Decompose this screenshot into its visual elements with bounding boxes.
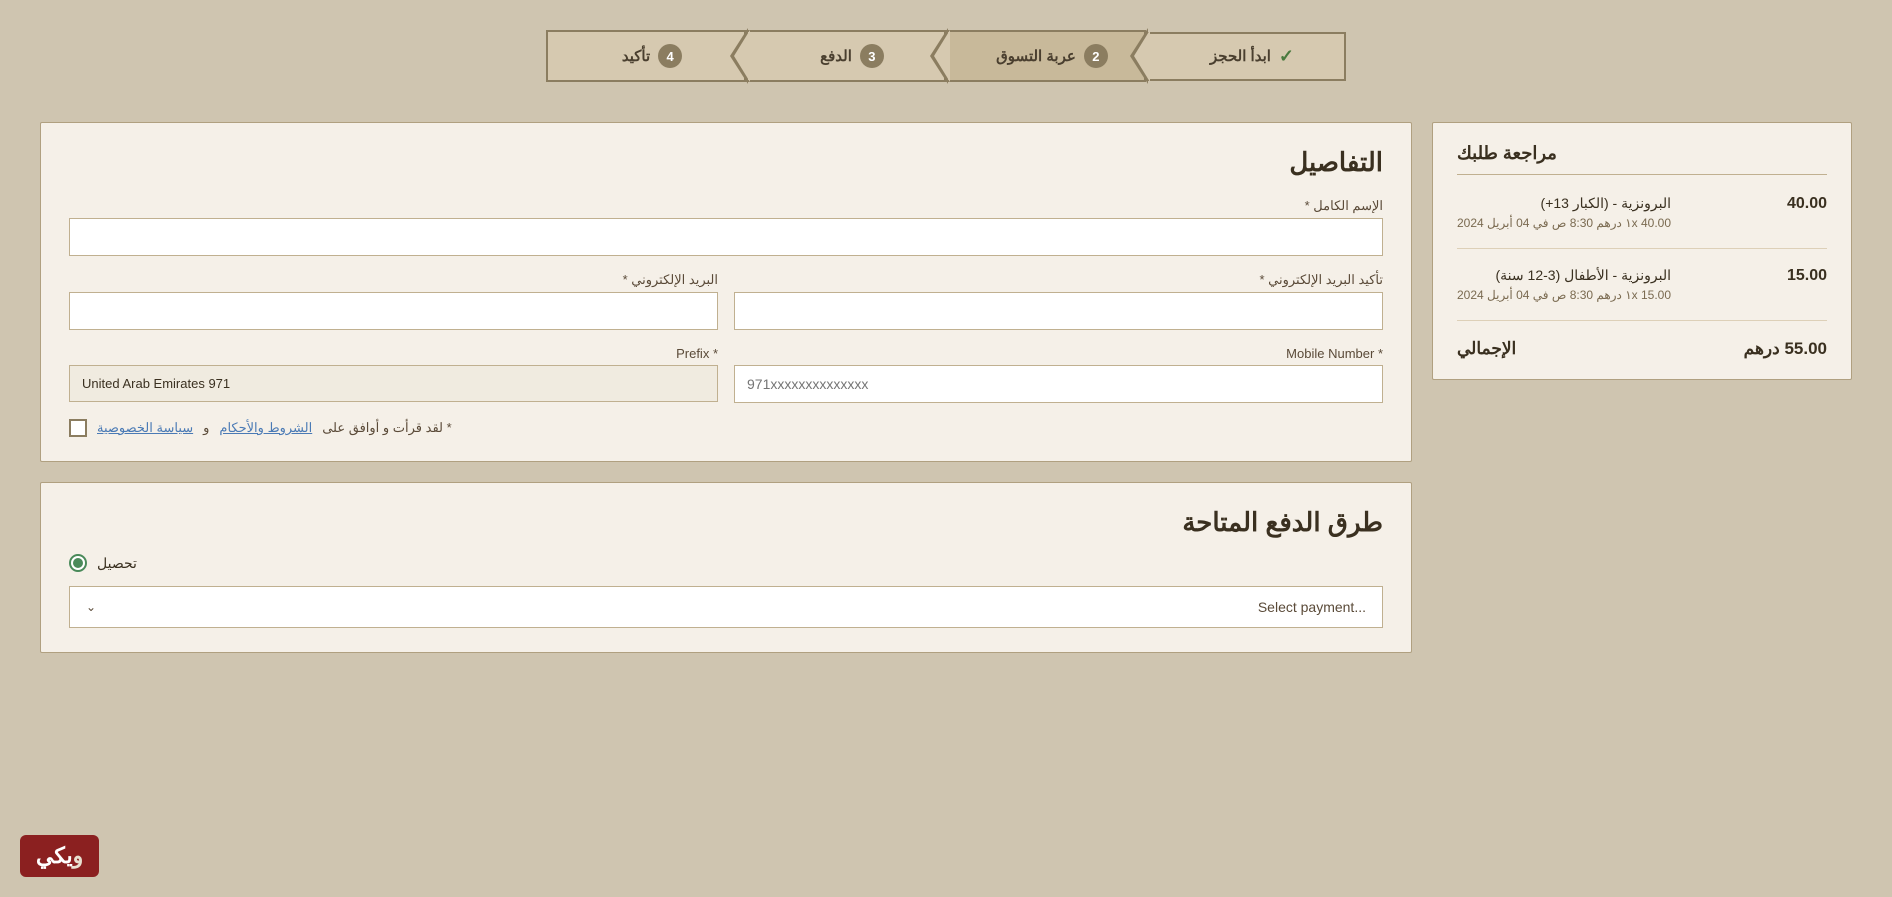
full-name-row: الإسم الكامل *	[69, 198, 1383, 256]
order-review-title: مراجعة طلبك	[1457, 143, 1827, 175]
step-confirm[interactable]: 4 تأكيد	[546, 30, 746, 82]
step3-label: الدفع	[820, 47, 852, 65]
item1-name: البرونزية - (الكبار 13+)	[1457, 195, 1671, 212]
prefix-label: * Prefix	[69, 346, 718, 361]
select-payment-dropdown[interactable]: ⌄ Select payment...	[69, 586, 1383, 628]
item1-info: البرونزية - (الكبار 13+) ١x 40.00 درهم 8…	[1457, 195, 1671, 230]
details-title: التفاصيل	[69, 147, 1383, 178]
item1-price: 40.00	[1787, 195, 1827, 213]
email-group: البريد الإلكتروني *	[69, 272, 718, 330]
full-name-group: الإسم الكامل *	[69, 198, 1383, 256]
right-panels: التفاصيل الإسم الكامل * تأكيد البريد الإ…	[40, 122, 1412, 653]
email-input[interactable]	[69, 292, 718, 330]
step2-number: 2	[1084, 44, 1108, 68]
step-book[interactable]: ✓ ابدأ الحجز	[1146, 32, 1346, 81]
step4-label: تأكيد	[622, 47, 650, 65]
terms-checkbox[interactable]	[69, 419, 87, 437]
privacy-link[interactable]: سياسة الخصوصية	[97, 420, 193, 436]
step1-label: ابدأ الحجز	[1210, 47, 1271, 65]
step-check-icon: ✓	[1279, 46, 1294, 67]
select-payment-label: Select payment...	[1258, 599, 1366, 615]
order-review-panel: مراجعة طلبك 40.00 البرونزية - (الكبار 13…	[1432, 122, 1852, 380]
chevron-down-icon: ⌄	[86, 600, 96, 614]
step-cart[interactable]: 2 عربة التسوق	[946, 30, 1146, 82]
item2-detail: ١x 15.00 درهم 8:30 ص في 04 أبريل 2024	[1457, 288, 1671, 302]
item2-info: البرونزية - الأطفال (3-12 سنة) ١x 15.00 …	[1457, 267, 1671, 302]
logo: ويكي	[20, 835, 99, 877]
prefix-group: * Prefix United Arab Emirates 971	[69, 346, 718, 403]
main-content: مراجعة طلبك 40.00 البرونزية - (الكبار 13…	[40, 122, 1852, 653]
and-text: و	[203, 420, 209, 436]
full-name-label: الإسم الكامل *	[69, 198, 1383, 214]
step2-label: عربة التسوق	[996, 47, 1076, 65]
email-label: البريد الإلكتروني *	[69, 272, 718, 288]
order-total: 55.00 درهم الإجمالي	[1457, 339, 1827, 359]
prefix-dropdown[interactable]: United Arab Emirates 971	[69, 365, 718, 402]
email-confirm-input[interactable]	[734, 292, 1383, 330]
payment-panel: طرق الدفع المتاحة تحصيل ⌄ Select payment…	[40, 482, 1412, 653]
details-panel: التفاصيل الإسم الكامل * تأكيد البريد الإ…	[40, 122, 1412, 462]
terms-row: * لقد قرأت و أوافق على الشروط والأحكام و…	[69, 419, 1383, 437]
mobile-row: * Mobile Number * Prefix United Arab Emi…	[69, 346, 1383, 403]
mobile-input[interactable]	[734, 365, 1383, 403]
payment-title: طرق الدفع المتاحة	[69, 507, 1383, 538]
mobile-group: * Mobile Number	[734, 346, 1383, 403]
progress-bar: ✓ ابدأ الحجز 2 عربة التسوق 3 الدفع 4 تأك…	[40, 30, 1852, 82]
item1-detail: ١x 40.00 درهم 8:30 ص في 04 أبريل 2024	[1457, 216, 1671, 230]
payment-option-label: تحصيل	[97, 555, 137, 572]
email-row: تأكيد البريد الإلكتروني * البريد الإلكتر…	[69, 272, 1383, 330]
total-label: الإجمالي	[1457, 339, 1516, 359]
step3-number: 3	[860, 44, 884, 68]
payment-radio[interactable]	[69, 554, 87, 572]
email-confirm-label: تأكيد البريد الإلكتروني *	[734, 272, 1383, 288]
total-amount: 55.00 درهم	[1744, 339, 1827, 359]
step-payment[interactable]: 3 الدفع	[746, 30, 946, 82]
order-item: 40.00 البرونزية - (الكبار 13+) ١x 40.00 …	[1457, 195, 1827, 249]
item2-price: 15.00	[1787, 267, 1827, 285]
item2-name: البرونزية - الأطفال (3-12 سنة)	[1457, 267, 1671, 284]
step4-number: 4	[658, 44, 682, 68]
radio-inner	[73, 558, 83, 568]
order-item: 15.00 البرونزية - الأطفال (3-12 سنة) ١x …	[1457, 267, 1827, 321]
full-name-input[interactable]	[69, 218, 1383, 256]
mobile-label: * Mobile Number	[734, 346, 1383, 361]
payment-option[interactable]: تحصيل	[69, 554, 1383, 572]
terms-link[interactable]: الشروط والأحكام	[219, 420, 312, 436]
email-confirm-group: تأكيد البريد الإلكتروني *	[734, 272, 1383, 330]
terms-text: * لقد قرأت و أوافق على	[322, 420, 451, 436]
